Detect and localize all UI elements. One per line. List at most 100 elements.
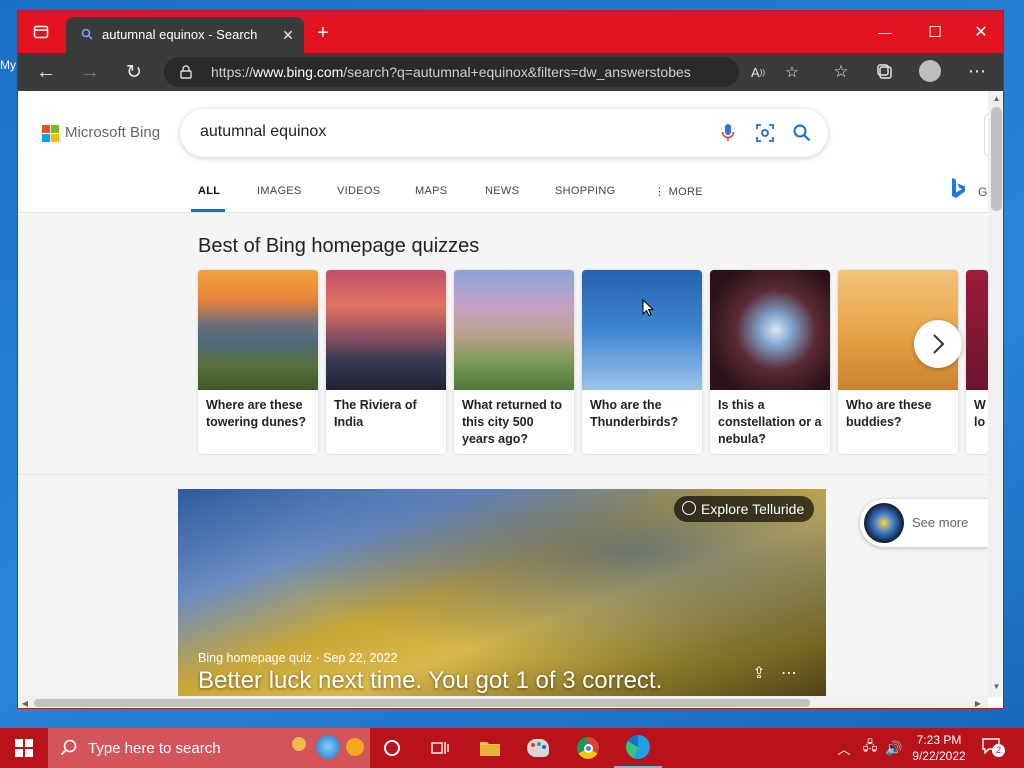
tab-news[interactable]: NEWS <box>485 185 519 197</box>
tab-close-icon[interactable]: ✕ <box>278 25 298 45</box>
address-bar[interactable]: https://www.bing.com/search?q=autumnal+e… <box>164 57 799 87</box>
vertical-scrollbar[interactable]: ▲ ▼ <box>988 91 1003 697</box>
url-path: /search?q=autumnal+equinox&filters=dw_an… <box>343 64 691 80</box>
carousel-next-button[interactable] <box>914 320 962 368</box>
forward-button[interactable]: → <box>78 61 102 83</box>
scroll-left-icon[interactable]: ◀ <box>20 698 30 708</box>
quiz-card-caption: Who are the Thunderbirds? <box>590 398 679 429</box>
scroll-up-icon[interactable]: ▲ <box>991 93 1002 103</box>
lock-icon[interactable] <box>178 64 194 80</box>
active-tab-indicator <box>191 209 225 212</box>
task-view-icon <box>431 742 449 754</box>
add-favorite-icon[interactable]: ☆ <box>782 63 802 81</box>
quiz-card-image <box>198 270 318 390</box>
explore-telluride-button[interactable]: Explore Telluride <box>674 496 814 522</box>
file-explorer-button[interactable] <box>466 728 514 768</box>
desktop-icon-label[interactable]: My <box>0 58 16 72</box>
maximize-button[interactable]: ☐ <box>924 21 946 43</box>
search-box[interactable]: autumnal equinox <box>180 109 828 157</box>
hero-image[interactable]: Explore Telluride Bing homepage quiz · S… <box>178 489 826 696</box>
quiz-card-caption: What returned to this city 500 years ago… <box>462 398 562 446</box>
hero-headline: Better luck next time. You got 1 of 3 co… <box>198 667 663 694</box>
quiz-card-image <box>582 270 702 390</box>
tab-videos[interactable]: VIDEOS <box>337 185 380 197</box>
browser-window: autumnal equinox - Search ✕ + — ☐ ✕ ← → … <box>17 10 1004 709</box>
quiz-card-caption: W lo <box>974 398 986 429</box>
quiz-card[interactable]: What returned to this city 500 years ago… <box>454 270 574 454</box>
paint-app-button[interactable] <box>514 728 562 768</box>
palette-icon <box>527 739 549 757</box>
network-icon[interactable]: 🖧 <box>860 738 880 758</box>
toolbar: ← → ↻ https://www.bing.com/search?q=autu… <box>18 53 1003 91</box>
profile-avatar[interactable] <box>919 60 941 82</box>
tab-shopping[interactable]: SHOPPING <box>555 185 615 197</box>
share-icon[interactable]: ⇪ <box>748 663 770 683</box>
cortana-icon <box>384 740 400 756</box>
notifications-button[interactable]: 2 <box>982 738 1005 757</box>
vertical-scrollbar-thumb[interactable] <box>991 107 1002 211</box>
close-window-button[interactable]: ✕ <box>970 21 992 43</box>
more-options-icon[interactable]: ⋯ <box>778 663 800 683</box>
quiz-card[interactable]: The Riviera of India <box>326 270 446 454</box>
bing-chat-icon[interactable] <box>950 177 966 201</box>
minimize-button[interactable]: — <box>874 22 896 42</box>
url-text: https://www.bing.com/search?q=autumnal+e… <box>211 64 691 80</box>
scroll-right-icon[interactable]: ▶ <box>973 698 983 708</box>
quiz-card[interactable]: W lo <box>966 270 988 454</box>
quiz-card[interactable]: Who are the Thunderbirds? <box>582 270 702 454</box>
quiz-card-caption: Who are these buddies? <box>846 398 932 429</box>
more-options-icon[interactable]: ⋯ <box>966 61 988 81</box>
clock[interactable]: 7:23 PM 9/22/2022 <box>908 732 970 764</box>
chrome-icon <box>577 737 599 759</box>
quiz-card[interactable]: Is this a constellation or a nebula? <box>710 270 830 454</box>
tab-title: autumnal equinox - Search <box>102 27 258 42</box>
tab-more[interactable]: ⋮ MORE <box>654 185 703 198</box>
start-button[interactable] <box>0 728 48 768</box>
search-highlight-sun-icon <box>346 738 364 756</box>
bing-logo-text[interactable]: Microsoft Bing <box>65 124 160 141</box>
windows-logo-icon <box>15 739 33 757</box>
search-icon[interactable] <box>791 122 813 144</box>
folder-icon <box>480 742 500 756</box>
notification-count: 2 <box>992 744 1005 757</box>
edge-icon <box>626 735 650 759</box>
see-more-button[interactable]: See more <box>860 499 988 547</box>
volume-icon[interactable]: 🔊 <box>884 738 904 758</box>
read-aloud-icon[interactable]: A)) <box>748 63 768 81</box>
microphone-icon[interactable] <box>718 122 738 144</box>
back-button[interactable]: ← <box>34 61 58 83</box>
microsoft-logo-icon[interactable] <box>42 125 60 143</box>
visual-search-icon[interactable] <box>754 122 776 144</box>
scroll-down-icon[interactable]: ▼ <box>991 681 1002 691</box>
quiz-card-image <box>326 270 446 390</box>
favorites-icon[interactable]: ☆ <box>830 62 852 82</box>
tab-images[interactable]: IMAGES <box>257 185 302 197</box>
taskbar-search-box[interactable]: Type here to search <box>48 728 370 768</box>
tab-actions-icon[interactable] <box>30 21 52 43</box>
edge-button[interactable] <box>614 728 662 768</box>
horizontal-scrollbar-thumb[interactable] <box>34 699 810 707</box>
quiz-card-caption: Where are these towering dunes? <box>206 398 306 429</box>
new-tab-button[interactable]: + <box>312 22 334 44</box>
quiz-card-caption: Is this a constellation or a nebula? <box>718 398 822 446</box>
show-hidden-icons[interactable]: ︿ <box>836 738 852 758</box>
chrome-button[interactable] <box>564 728 612 768</box>
clock-date: 9/22/2022 <box>912 749 966 763</box>
task-view-button[interactable] <box>416 728 464 768</box>
quiz-card[interactable]: Where are these towering dunes? <box>198 270 318 454</box>
hero-meta: Bing homepage quiz · Sep 22, 2022 <box>198 651 398 665</box>
tab-active[interactable]: autumnal equinox - Search ✕ <box>66 17 304 53</box>
section-divider <box>18 474 988 475</box>
horizontal-scrollbar[interactable]: ◀ ▶ <box>18 696 988 708</box>
tab-all[interactable]: ALL <box>198 185 220 197</box>
tab-maps[interactable]: MAPS <box>415 185 447 197</box>
see-more-thumbnail <box>864 503 904 543</box>
compass-icon <box>682 501 696 515</box>
quiz-card-image <box>454 270 574 390</box>
search-highlight-icon <box>292 737 306 751</box>
cortana-button[interactable] <box>368 728 416 768</box>
refresh-button[interactable]: ↻ <box>122 61 146 83</box>
search-input[interactable]: autumnal equinox <box>200 123 326 141</box>
more-kebab-icon: ⋮ <box>654 186 669 198</box>
collections-icon[interactable] <box>874 62 896 82</box>
